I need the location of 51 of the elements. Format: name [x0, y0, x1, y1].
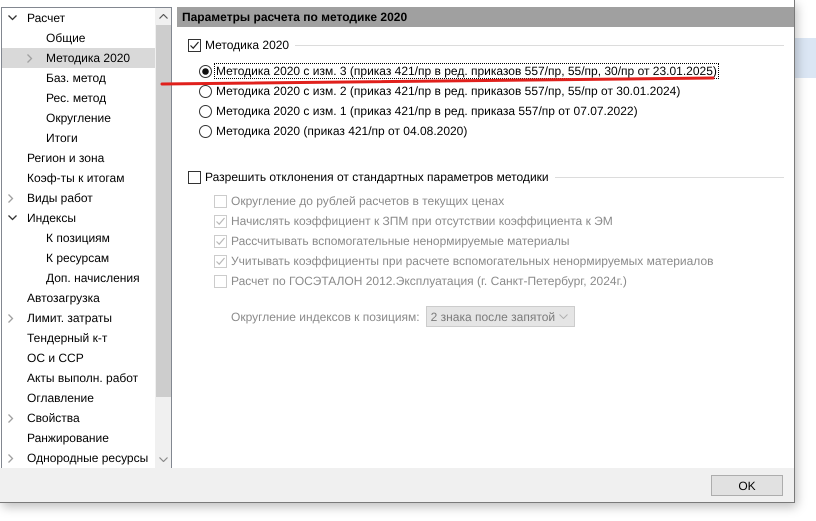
scroll-up-icon[interactable]	[158, 14, 168, 19]
checkbox-label[interactable]: Разрешить отклонения от стандартных параметров методики	[205, 170, 549, 184]
tree-item[interactable]: Лимит. затраты	[2, 308, 155, 328]
radio-button[interactable]	[199, 64, 212, 78]
tree-item[interactable]: Методика 2020	[2, 48, 155, 68]
radio-label[interactable]: Методика 2020 с изм. 1 (приказ 421/пр в ред. приказа 557/пр от 07.07.2022)	[214, 103, 640, 119]
chevron-right-icon[interactable]	[8, 314, 14, 322]
tree-item[interactable]: Баз. метод	[2, 68, 155, 88]
tree-item[interactable]: К ресурсам	[2, 248, 155, 268]
tree-item[interactable]: Акты выполн. работ	[2, 368, 155, 388]
tree-item[interactable]: Регион и зона	[2, 148, 155, 168]
tree-item[interactable]: Виды работ	[2, 188, 155, 208]
chevron-down-icon[interactable]	[8, 15, 17, 21]
chevron-down-icon[interactable]	[8, 215, 17, 221]
tree-item[interactable]: Рес. метод	[2, 88, 155, 108]
tree-item[interactable]: Свойства	[2, 408, 155, 428]
tree-item[interactable]: К позициям	[2, 228, 155, 248]
checkbox-label[interactable]: Методика 2020	[205, 38, 290, 52]
ok-button[interactable]: OK	[711, 475, 783, 496]
panel-title: Параметры расчета по методике 2020	[177, 7, 794, 27]
radio-label[interactable]: Методика 2020 (приказ 421/пр от 04.08.2020)	[214, 123, 470, 139]
tree-item[interactable]: Ранжирование	[2, 428, 155, 448]
tree-item[interactable]: Коэф-ты к итогам	[2, 168, 155, 188]
background-window	[795, 38, 816, 78]
tree-item[interactable]: Итоги	[2, 128, 155, 148]
radio-button[interactable]	[199, 104, 212, 118]
tree-item[interactable]: Автозагрузка	[2, 288, 155, 308]
tree-item[interactable]: Тендерный к-т	[2, 328, 155, 348]
tree-item[interactable]: Однородные ресурсы	[2, 448, 155, 468]
tree-item[interactable]: Округление	[2, 108, 155, 128]
field-label: Округление индексов к позициям:	[231, 310, 420, 324]
chevron-down-icon	[558, 314, 568, 319]
chevron-right-icon[interactable]	[27, 54, 33, 62]
chevron-right-icon[interactable]	[8, 414, 14, 422]
scrollbar-thumb[interactable]	[156, 25, 170, 397]
tree-item[interactable]: Доп. начисления	[2, 268, 155, 288]
scroll-down-icon[interactable]	[158, 457, 168, 462]
radio-button[interactable]	[199, 124, 212, 138]
scrollbar[interactable]	[155, 8, 171, 468]
checkbox[interactable]	[188, 170, 201, 184]
tree-item[interactable]: ОС и ССР	[2, 348, 155, 368]
tree-item[interactable]: Индексы	[2, 208, 155, 228]
radio-label[interactable]: Методика 2020 с изм. 2 (приказ 421/пр в ред. приказов 557/пр, 55/пр от 30.01.2024)	[214, 83, 682, 99]
chevron-right-icon[interactable]	[8, 194, 14, 202]
tree-item[interactable]: Расчет	[2, 8, 155, 28]
chevron-right-icon[interactable]	[8, 454, 14, 462]
checkbox[interactable]	[188, 38, 201, 52]
tree-item[interactable]: Общие	[2, 28, 155, 48]
radio-label[interactable]: Методика 2020 с изм. 3 (приказ 421/пр в ред. приказов 557/пр, 55/пр, 30/пр от 23.01.2025)	[214, 63, 719, 79]
tree-item[interactable]: Оглавление	[2, 388, 155, 408]
radio-button[interactable]	[199, 84, 212, 98]
